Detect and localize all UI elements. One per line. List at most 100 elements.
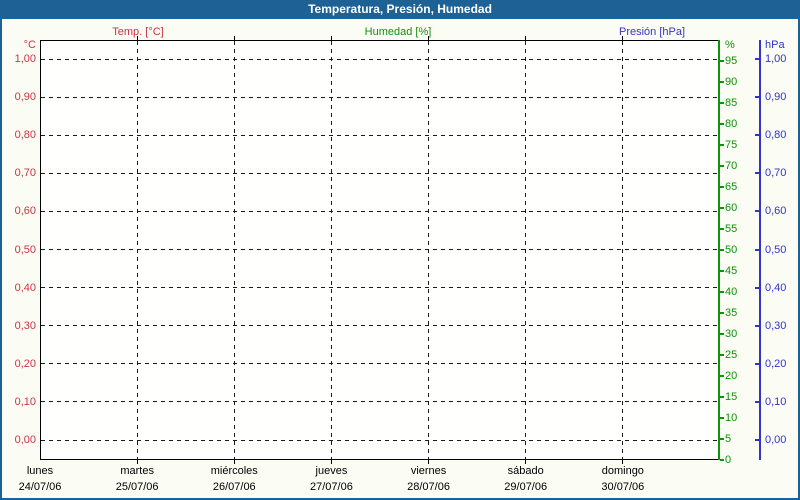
humidity-axis-tick xyxy=(720,102,724,104)
temp-axis-tick-label: 0,70 xyxy=(14,167,36,180)
humidity-axis-tick-label: 5 xyxy=(725,433,732,445)
pressure-axis-tick-label: 0,60 xyxy=(765,205,787,218)
day-name-label: martes xyxy=(120,465,154,477)
day-date-label: 26/07/06 xyxy=(212,481,256,493)
x-grid-line xyxy=(428,41,430,459)
day-name-label: sábado xyxy=(507,465,544,477)
humidity-axis-tick xyxy=(720,228,724,230)
temp-axis-tick-label: 0,80 xyxy=(14,129,36,142)
temp-axis-tick-label: 1,00 xyxy=(14,53,36,65)
x-axis-top-tick xyxy=(136,36,138,40)
pressure-axis-tick xyxy=(755,210,759,213)
pressure-axis-tick-label: 0,00 xyxy=(765,434,787,446)
humidity-axis-tick xyxy=(720,417,724,419)
pressure-axis-tick-label: 0,80 xyxy=(765,129,787,142)
humidity-axis-tick-label: 75 xyxy=(725,139,738,151)
pressure-axis-tick-label: 0,40 xyxy=(765,281,787,294)
humidity-axis-tick xyxy=(720,354,724,356)
x-axis-top-tick xyxy=(428,36,430,40)
day-name-label: lunes xyxy=(26,465,54,477)
humidity-axis-tick-label: 90 xyxy=(725,76,738,88)
pressure-axis-tick xyxy=(755,248,759,251)
humidity-axis-tick-label: 95 xyxy=(725,55,738,67)
temp-axis-tick-label: 0,00 xyxy=(14,434,36,446)
pressure-axis-tick xyxy=(755,400,759,403)
temp-axis-tick-label: 0,50 xyxy=(14,243,36,256)
pressure-axis-tick-label: 1,00 xyxy=(765,53,787,65)
humidity-axis-tick xyxy=(720,81,724,83)
y-grid-line xyxy=(41,249,719,250)
y-grid-line xyxy=(41,210,719,212)
pressure-axis-tick-label: 0,10 xyxy=(765,395,787,408)
humidity-axis-tick-label: 10 xyxy=(725,412,738,424)
humidity-axis-tick xyxy=(720,438,724,440)
x-axis-top-tick xyxy=(525,36,527,40)
temp-axis-tick-label: 0,10 xyxy=(14,395,36,408)
temp-axis-header: °C xyxy=(23,39,36,51)
legend-humidity: Humedad [%] xyxy=(364,26,432,38)
humidity-axis-tick xyxy=(720,312,724,314)
day-date-label: 30/07/06 xyxy=(601,481,645,493)
humidity-axis-tick xyxy=(720,207,724,209)
day-date-label: 25/07/06 xyxy=(115,481,159,493)
day-date-label: 28/07/06 xyxy=(407,481,450,493)
humidity-axis-tick xyxy=(720,291,724,293)
weather-chart-window: Temperatura, Presión, Humedad Temp. [°C]… xyxy=(0,0,800,500)
humidity-axis-tick xyxy=(720,396,724,398)
humidity-axis-tick xyxy=(720,459,724,461)
day-name-label: jueves xyxy=(315,465,348,477)
pressure-axis-tick-label: 0,20 xyxy=(765,357,787,370)
plot-area xyxy=(40,40,720,460)
humidity-axis-tick-label: 0 xyxy=(725,454,732,466)
pressure-axis-tick xyxy=(755,172,759,175)
humidity-axis-header: % xyxy=(725,39,735,51)
humidity-axis-tick xyxy=(720,186,724,188)
humidity-axis-tick-label: 15 xyxy=(725,391,738,403)
humidity-axis-tick-label: 55 xyxy=(725,223,738,235)
humidity-axis-tick xyxy=(720,123,724,125)
humidity-axis-tick-label: 50 xyxy=(725,244,738,256)
humidity-axis-tick xyxy=(720,144,724,146)
humidity-axis-tick-label: 45 xyxy=(725,265,738,277)
humidity-axis-tick-label: 80 xyxy=(725,118,738,130)
pressure-axis-tick-label: 0,70 xyxy=(765,167,787,180)
humidity-axis-tick xyxy=(720,249,724,251)
day-date-label: 27/07/06 xyxy=(310,481,353,493)
humidity-axis-tick-label: 25 xyxy=(725,349,738,361)
pressure-axis-tick xyxy=(755,439,759,441)
x-grid-line xyxy=(136,41,138,459)
humidity-axis-tick xyxy=(720,60,724,62)
y-grid-line xyxy=(41,363,719,365)
humidity-axis-tick-label: 85 xyxy=(725,97,738,109)
humidity-axis-tick xyxy=(720,333,724,335)
x-grid-line xyxy=(233,41,235,459)
y-grid-line xyxy=(41,134,719,136)
pressure-axis-tick-label: 0,50 xyxy=(765,243,787,256)
humidity-axis-tick-label: 20 xyxy=(725,370,738,382)
pressure-axis-header: hPa xyxy=(765,39,785,51)
x-axis-top-tick xyxy=(622,36,624,40)
pressure-axis-tick xyxy=(755,286,759,289)
window-title: Temperatura, Presión, Humedad xyxy=(0,0,800,19)
x-axis-top-tick xyxy=(233,36,235,40)
y-grid-line xyxy=(41,287,719,289)
x-grid-line xyxy=(330,41,332,459)
x-axis-top-tick xyxy=(330,36,332,40)
legend-pressure: Presión [hPa] xyxy=(618,26,686,38)
day-date-label: 29/07/06 xyxy=(504,481,548,493)
y-grid-line xyxy=(41,325,719,327)
temp-axis-tick-label: 0,60 xyxy=(14,205,36,218)
day-date-label: 24/07/06 xyxy=(18,481,62,493)
day-name-label: viernes xyxy=(410,465,447,477)
humidity-axis-tick-label: 35 xyxy=(725,307,738,319)
humidity-axis-tick xyxy=(720,270,724,272)
y-grid-line xyxy=(41,58,719,60)
humidity-axis-tick-label: 60 xyxy=(725,202,738,214)
day-name-label: miércoles xyxy=(210,465,258,477)
x-grid-line xyxy=(622,41,624,459)
pressure-axis-tick xyxy=(755,362,759,365)
humidity-axis-tick-label: 70 xyxy=(725,160,738,172)
y-grid-line xyxy=(41,439,719,441)
day-name-label: domingo xyxy=(601,465,644,477)
pressure-axis-tick xyxy=(755,96,759,99)
